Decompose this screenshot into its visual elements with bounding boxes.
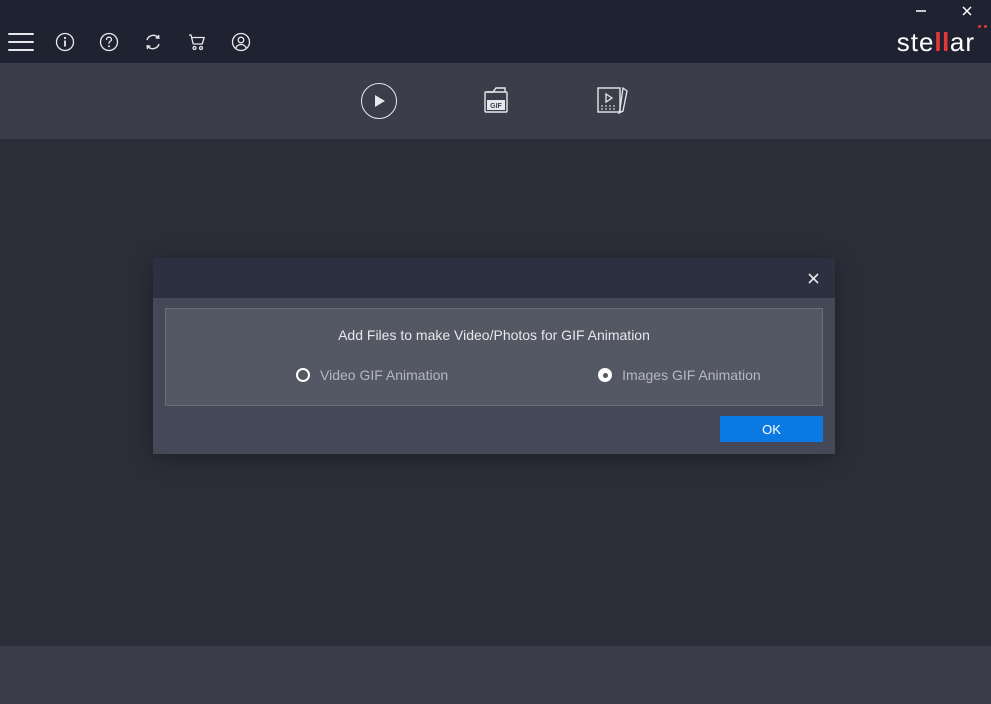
- radio-icon: [598, 368, 612, 382]
- minimize-button[interactable]: [913, 3, 929, 19]
- gif-animation-dialog: Add Files to make Video/Photos for GIF A…: [153, 258, 835, 454]
- dialog-title: Add Files to make Video/Photos for GIF A…: [180, 327, 808, 343]
- gif-mode-icon[interactable]: GIF: [475, 80, 517, 122]
- brand-text-part1: ste: [897, 27, 935, 58]
- radio-label: Images GIF Animation: [622, 367, 761, 383]
- menu-button[interactable]: [8, 32, 34, 52]
- close-window-button[interactable]: [959, 3, 975, 19]
- footer-bar: [0, 646, 991, 704]
- cart-icon[interactable]: [184, 29, 210, 55]
- radio-icon: [296, 368, 310, 382]
- top-toolbar: stellar: [0, 21, 991, 63]
- top-toolbar-left: [8, 29, 254, 55]
- dialog-body: Add Files to make Video/Photos for GIF A…: [153, 298, 835, 454]
- dialog-header: [153, 258, 835, 298]
- edit-mode-icon[interactable]: [592, 80, 634, 122]
- radio-group: Video GIF Animation Images GIF Animation: [180, 367, 808, 383]
- play-mode-icon[interactable]: [358, 80, 400, 122]
- user-icon[interactable]: [228, 29, 254, 55]
- dialog-panel: Add Files to make Video/Photos for GIF A…: [165, 308, 823, 406]
- ok-button[interactable]: OK: [720, 416, 823, 442]
- radio-images-gif[interactable]: Images GIF Animation: [598, 367, 761, 383]
- radio-video-gif[interactable]: Video GIF Animation: [296, 367, 448, 383]
- dialog-close-button[interactable]: [803, 268, 823, 288]
- brand-logo: stellar: [897, 27, 975, 58]
- svg-text:GIF: GIF: [490, 103, 502, 110]
- brand-text-part2: ll: [934, 27, 949, 58]
- brand-text-part3: ar: [950, 27, 975, 58]
- help-icon[interactable]: [96, 29, 122, 55]
- dialog-footer: OK: [165, 406, 823, 442]
- window-titlebar: [0, 0, 991, 21]
- radio-label: Video GIF Animation: [320, 367, 448, 383]
- mode-toolbar: GIF: [0, 63, 991, 139]
- refresh-icon[interactable]: [140, 29, 166, 55]
- info-icon[interactable]: [52, 29, 78, 55]
